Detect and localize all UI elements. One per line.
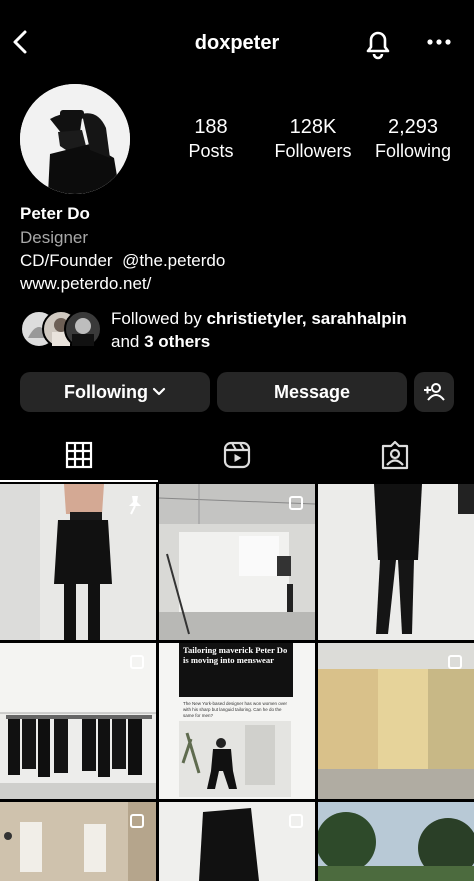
more-horizontal-icon: [427, 39, 451, 45]
grid-icon: [65, 441, 93, 469]
avatar: [64, 310, 102, 348]
suggested-users-button[interactable]: [414, 372, 454, 412]
profile-website-link[interactable]: www.peterdo.net/: [20, 274, 151, 294]
stat-followers-value: 128K: [289, 116, 337, 138]
multi-image-icon: [130, 655, 144, 669]
stat-followers-label: Followers: [274, 141, 352, 161]
post-thumbnail[interactable]: [0, 802, 156, 881]
tagged-icon: [381, 440, 409, 470]
stat-following-value: 2,293: [387, 116, 439, 138]
multi-image-icon: [289, 814, 303, 828]
bell-icon: [366, 31, 390, 60]
page-title: doxpeter: [194, 32, 280, 54]
posts-grid: Tailoring maverick Peter Do is moving in…: [0, 484, 474, 881]
top-bar: doxpeter: [0, 0, 474, 84]
profile-name: Peter Do: [20, 204, 90, 223]
post-thumbnail[interactable]: [318, 643, 474, 799]
profile-avatar[interactable]: [20, 84, 130, 194]
profile-tabs: [0, 430, 474, 482]
post-thumbnail[interactable]: Tailoring maverick Peter Do is moving in…: [159, 643, 315, 799]
post-thumbnail[interactable]: [318, 484, 474, 640]
stat-following-label: Following: [374, 141, 452, 161]
bio-text: CD/Founder: [20, 251, 113, 270]
active-tab-indicator: [0, 480, 158, 482]
multi-image-icon: [130, 814, 144, 828]
stat-posts-label: Posts: [188, 141, 234, 161]
post-thumbnail[interactable]: [159, 802, 315, 881]
chevron-down-icon: [152, 387, 166, 396]
stat-following[interactable]: 2,293 Following: [370, 116, 456, 163]
stat-posts[interactable]: 188 Posts: [176, 116, 246, 163]
followed-by-others: 3 others: [144, 332, 211, 351]
pin-icon: [129, 496, 141, 515]
multi-image-icon: [289, 496, 303, 510]
tab-tagged[interactable]: [380, 440, 410, 470]
following-button-label: Following: [64, 381, 148, 402]
post-thumbnail[interactable]: [0, 643, 156, 799]
followed-by-prefix: Followed by: [111, 309, 207, 328]
stat-posts-value: 188: [194, 116, 228, 138]
profile-category: Designer: [20, 228, 89, 247]
profile-bio: CD/Founder @the.peterdo: [20, 251, 225, 271]
add-user-icon: [424, 383, 445, 401]
post-thumbnail[interactable]: [159, 484, 315, 640]
tab-reels[interactable]: [222, 440, 252, 470]
mutual-followers-avatars[interactable]: [20, 310, 104, 348]
stat-followers[interactable]: 128K Followers: [268, 116, 358, 163]
message-button[interactable]: Message: [217, 372, 407, 412]
following-button[interactable]: Following: [20, 372, 210, 412]
more-options-button[interactable]: [424, 32, 454, 52]
reels-icon: [223, 441, 251, 469]
post-thumbnail[interactable]: [318, 802, 474, 881]
multi-image-icon: [448, 655, 462, 669]
followed-by-text[interactable]: Followed by christietyler, sarahhalpin a…: [111, 307, 461, 353]
notifications-button[interactable]: [362, 26, 394, 60]
post-thumbnail[interactable]: [0, 484, 156, 640]
tab-posts[interactable]: [64, 440, 94, 470]
followed-by-and: and: [111, 332, 145, 351]
bio-mention-link[interactable]: @the.peterdo: [122, 251, 225, 270]
followed-by-users: christietyler, sarahhalpin: [206, 309, 407, 328]
message-button-label: Message: [273, 381, 351, 402]
